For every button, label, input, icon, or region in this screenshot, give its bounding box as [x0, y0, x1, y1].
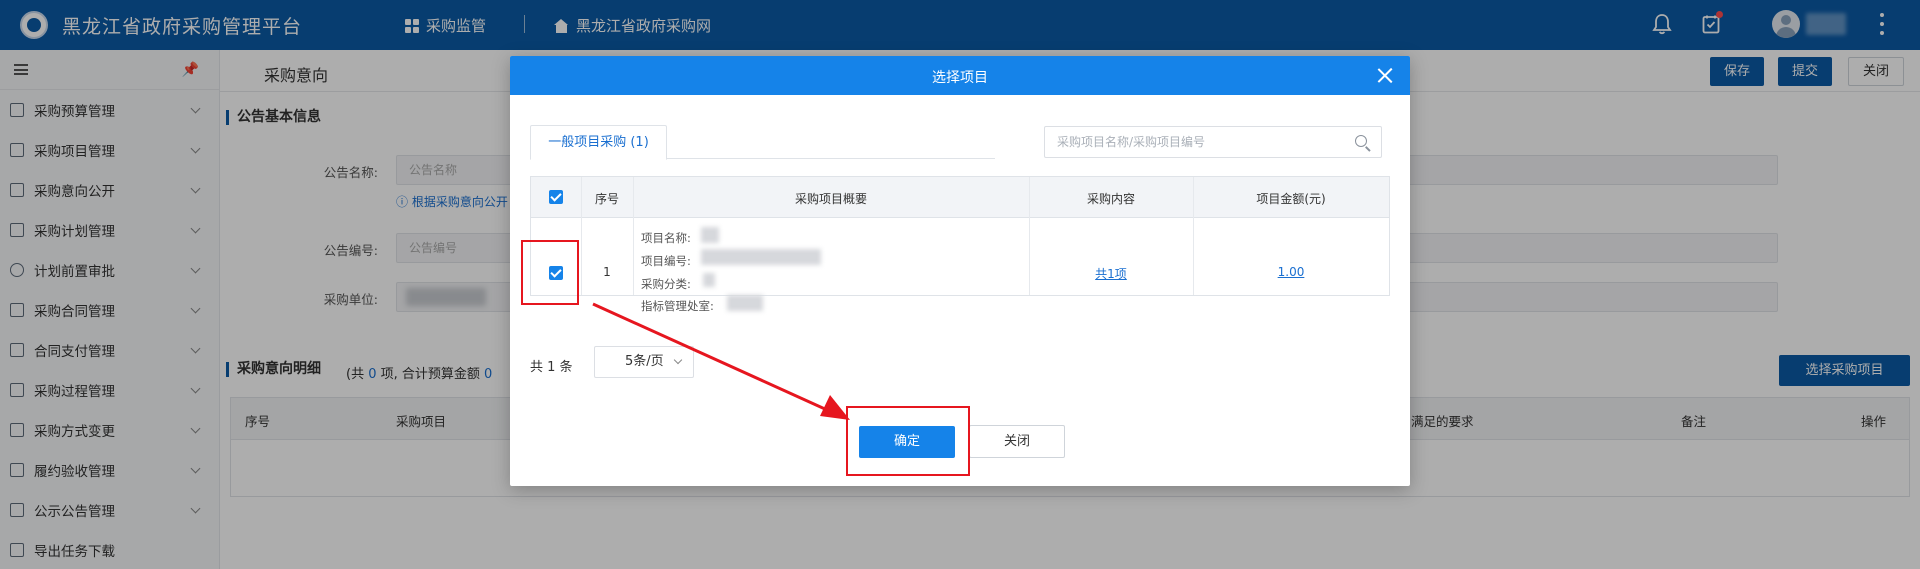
annotation-arrow — [592, 302, 850, 420]
arrow-head — [820, 395, 850, 420]
arrow-line — [592, 302, 837, 416]
